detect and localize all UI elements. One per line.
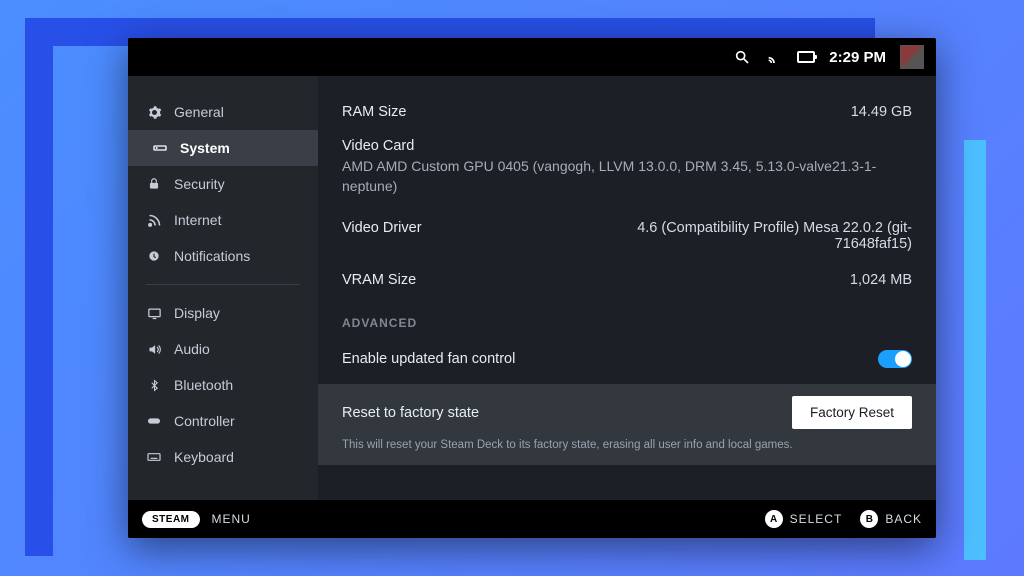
- fan-toggle[interactable]: [878, 350, 912, 368]
- video-driver-value: 4.6 (Compatibility Profile) Mesa 22.0.2 …: [570, 220, 912, 252]
- menu-label: MENU: [212, 512, 251, 526]
- sidebar-item-system[interactable]: System: [128, 130, 318, 166]
- sidebar-item-label: Keyboard: [174, 449, 300, 465]
- video-driver-label: Video Driver: [342, 220, 422, 252]
- top-bar: 2:29 PM: [128, 38, 936, 76]
- steam-button[interactable]: STEAM: [142, 511, 200, 528]
- sidebar-item-label: Audio: [174, 341, 300, 357]
- bell-icon: [146, 248, 162, 264]
- row-video-card: Video Card AMD AMD Custom GPU 0405 (vang…: [342, 130, 912, 210]
- gamepad-icon: [146, 413, 162, 429]
- ram-value: 14.49 GB: [851, 104, 912, 120]
- monitor-icon: [146, 305, 162, 321]
- sidebar-item-label: Notifications: [174, 248, 300, 264]
- back-button[interactable]: B BACK: [860, 510, 922, 528]
- sidebar-item-internet[interactable]: Internet: [128, 202, 318, 238]
- select-label: SELECT: [790, 512, 843, 526]
- row-vram: VRAM Size 1,024 MB: [342, 262, 912, 298]
- sidebar-item-security[interactable]: Security: [128, 166, 318, 202]
- b-button-icon: B: [860, 510, 878, 528]
- a-button-icon: A: [765, 510, 783, 528]
- sidebar-item-keyboard[interactable]: Keyboard: [128, 439, 318, 475]
- footer-bar: STEAM MENU A SELECT B BACK: [128, 500, 936, 538]
- sidebar-item-label: Display: [174, 305, 300, 321]
- avatar[interactable]: [900, 45, 924, 69]
- row-factory-reset: Reset to factory state Factory Reset Thi…: [318, 384, 936, 465]
- back-label: BACK: [885, 512, 922, 526]
- row-video-driver: Video Driver 4.6 (Compatibility Profile)…: [342, 210, 912, 262]
- ram-label: RAM Size: [342, 104, 406, 120]
- sidebar-item-label: General: [174, 104, 300, 120]
- speaker-icon: [146, 341, 162, 357]
- sidebar-item-label: Security: [174, 176, 300, 192]
- system-icon: [152, 140, 168, 156]
- fan-label: Enable updated fan control: [342, 351, 515, 367]
- row-fan-control: Enable updated fan control: [342, 340, 912, 378]
- sidebar-item-controller[interactable]: Controller: [128, 403, 318, 439]
- vram-label: VRAM Size: [342, 272, 416, 288]
- keyboard-icon: [146, 449, 162, 465]
- sidebar-item-label: System: [180, 140, 300, 156]
- cast-icon[interactable]: [765, 48, 783, 66]
- sidebar-item-bluetooth[interactable]: Bluetooth: [128, 367, 318, 403]
- sidebar-item-label: Controller: [174, 413, 300, 429]
- sidebar-item-label: Bluetooth: [174, 377, 300, 393]
- sidebar-item-display[interactable]: Display: [128, 295, 318, 331]
- video-card-label: Video Card: [342, 138, 912, 154]
- search-icon[interactable]: [733, 48, 751, 66]
- select-button[interactable]: A SELECT: [765, 510, 843, 528]
- factory-reset-button[interactable]: Factory Reset: [792, 396, 912, 429]
- battery-icon: [797, 48, 815, 66]
- main-container: General System Security Internet: [128, 76, 936, 500]
- settings-window: 2:29 PM General System Security: [128, 38, 936, 538]
- sidebar-item-general[interactable]: General: [128, 94, 318, 130]
- sidebar-item-label: Internet: [174, 212, 300, 228]
- row-ram: RAM Size 14.49 GB: [342, 94, 912, 130]
- advanced-heading: ADVANCED: [342, 298, 912, 340]
- content-panel[interactable]: RAM Size 14.49 GB Video Card AMD AMD Cus…: [318, 76, 936, 500]
- reset-label: Reset to factory state: [342, 405, 479, 421]
- footer-left: STEAM MENU: [142, 511, 251, 528]
- sidebar-item-notifications[interactable]: Notifications: [128, 238, 318, 274]
- sidebar-divider: [146, 284, 300, 285]
- footer-right: A SELECT B BACK: [765, 510, 922, 528]
- reset-description: This will reset your Steam Deck to its f…: [342, 439, 912, 451]
- bluetooth-icon: [146, 377, 162, 393]
- clock-time: 2:29 PM: [829, 49, 886, 66]
- gear-icon: [146, 104, 162, 120]
- video-card-value: AMD AMD Custom GPU 0405 (vangogh, LLVM 1…: [342, 157, 912, 196]
- lock-icon: [146, 176, 162, 192]
- sidebar: General System Security Internet: [128, 76, 318, 500]
- vram-value: 1,024 MB: [850, 272, 912, 288]
- rss-icon: [146, 212, 162, 228]
- sidebar-item-audio[interactable]: Audio: [128, 331, 318, 367]
